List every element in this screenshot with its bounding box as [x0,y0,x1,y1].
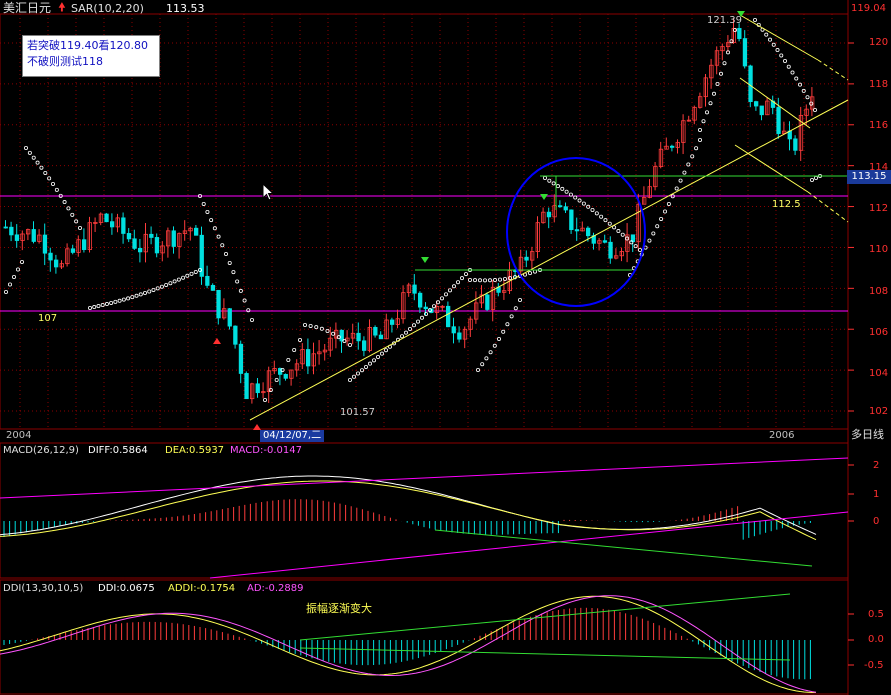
price-tick: 104 [869,368,889,379]
price-tick: 102 [869,406,889,417]
symbol-title: 美汇日元 [3,1,52,15]
price-tick: 106 [869,327,889,338]
price-tick: 112 [869,203,889,214]
ddi-label: DDI(13,30,10,5) [3,583,84,594]
price-tick: 110 [869,244,889,255]
chart-window: { "header": { "title": "美汇日元", "indicato… [0,0,891,695]
price-tick: 114 [869,162,889,173]
ddi-comment: 振幅逐渐变大 [306,602,372,615]
red-arrow-icon [213,338,221,344]
support-annotation: 112.5 [772,199,801,210]
addi-value: ADDI:-0.1754 [168,583,236,594]
year-2006-label: 2006 [769,430,795,441]
green-arrow-icon [540,194,548,200]
ddi-ad-line [0,595,817,693]
green-arrow-icon [421,257,429,263]
high-annotation: 121.39 [707,15,742,26]
indicator-value: 113.53 [166,2,205,15]
macd-trend-lower [209,511,849,579]
ddi-value: DDI:0.0675 [98,583,155,594]
period-label[interactable]: 多日线 [851,428,884,441]
cursor-date: 04/12/07,二 [260,430,325,442]
uptrend-line [249,99,849,421]
downtrend-lower [734,144,809,193]
ddi-tick: 0.0 [868,634,884,645]
note-line-2: 不破则测试118 [27,55,103,68]
arrow-up-icon: 🠝 [58,0,66,14]
ddi-addi-line [0,595,817,694]
macd-diff: DIFF:0.5864 [88,445,148,456]
ddi-tick: 0.5 [868,609,884,620]
price-tick: 118 [869,79,889,90]
top-value: 119.04 [851,3,886,14]
indicator-label: SAR(10,2,20) [71,2,144,15]
macd-histogram [3,499,811,540]
macd-value: MACD:-0.0147 [230,445,302,456]
ad-value: AD:-0.2889 [247,583,304,594]
price-tick: 116 [869,120,889,131]
note-line-1: 若突破119.40看120.80 [27,39,148,52]
highlight-circle [506,157,646,307]
ddi-upper-envelope [299,593,791,641]
price-tick: 120 [869,37,889,48]
mouse-cursor-icon [262,183,275,201]
ddi-tick: -0.5 [864,660,884,671]
macd-tick: 0 [873,516,880,527]
macd-label: MACD(26,12,9) [3,445,79,456]
macd-dea: DEA:0.5937 [165,445,225,456]
level-107-annotation: 107 [38,313,58,324]
macd-tick: 1 [873,489,880,500]
year-start-label: 2004 [6,430,32,441]
low-annotation: 101.57 [340,407,375,418]
downtrend-upper-dashed [817,59,849,81]
macd-tick: 2 [873,460,880,471]
price-tick: 108 [869,286,889,297]
analysis-note: 若突破119.40看120.80 不破则测试118 [22,35,160,77]
downtrend-upper [739,14,819,61]
